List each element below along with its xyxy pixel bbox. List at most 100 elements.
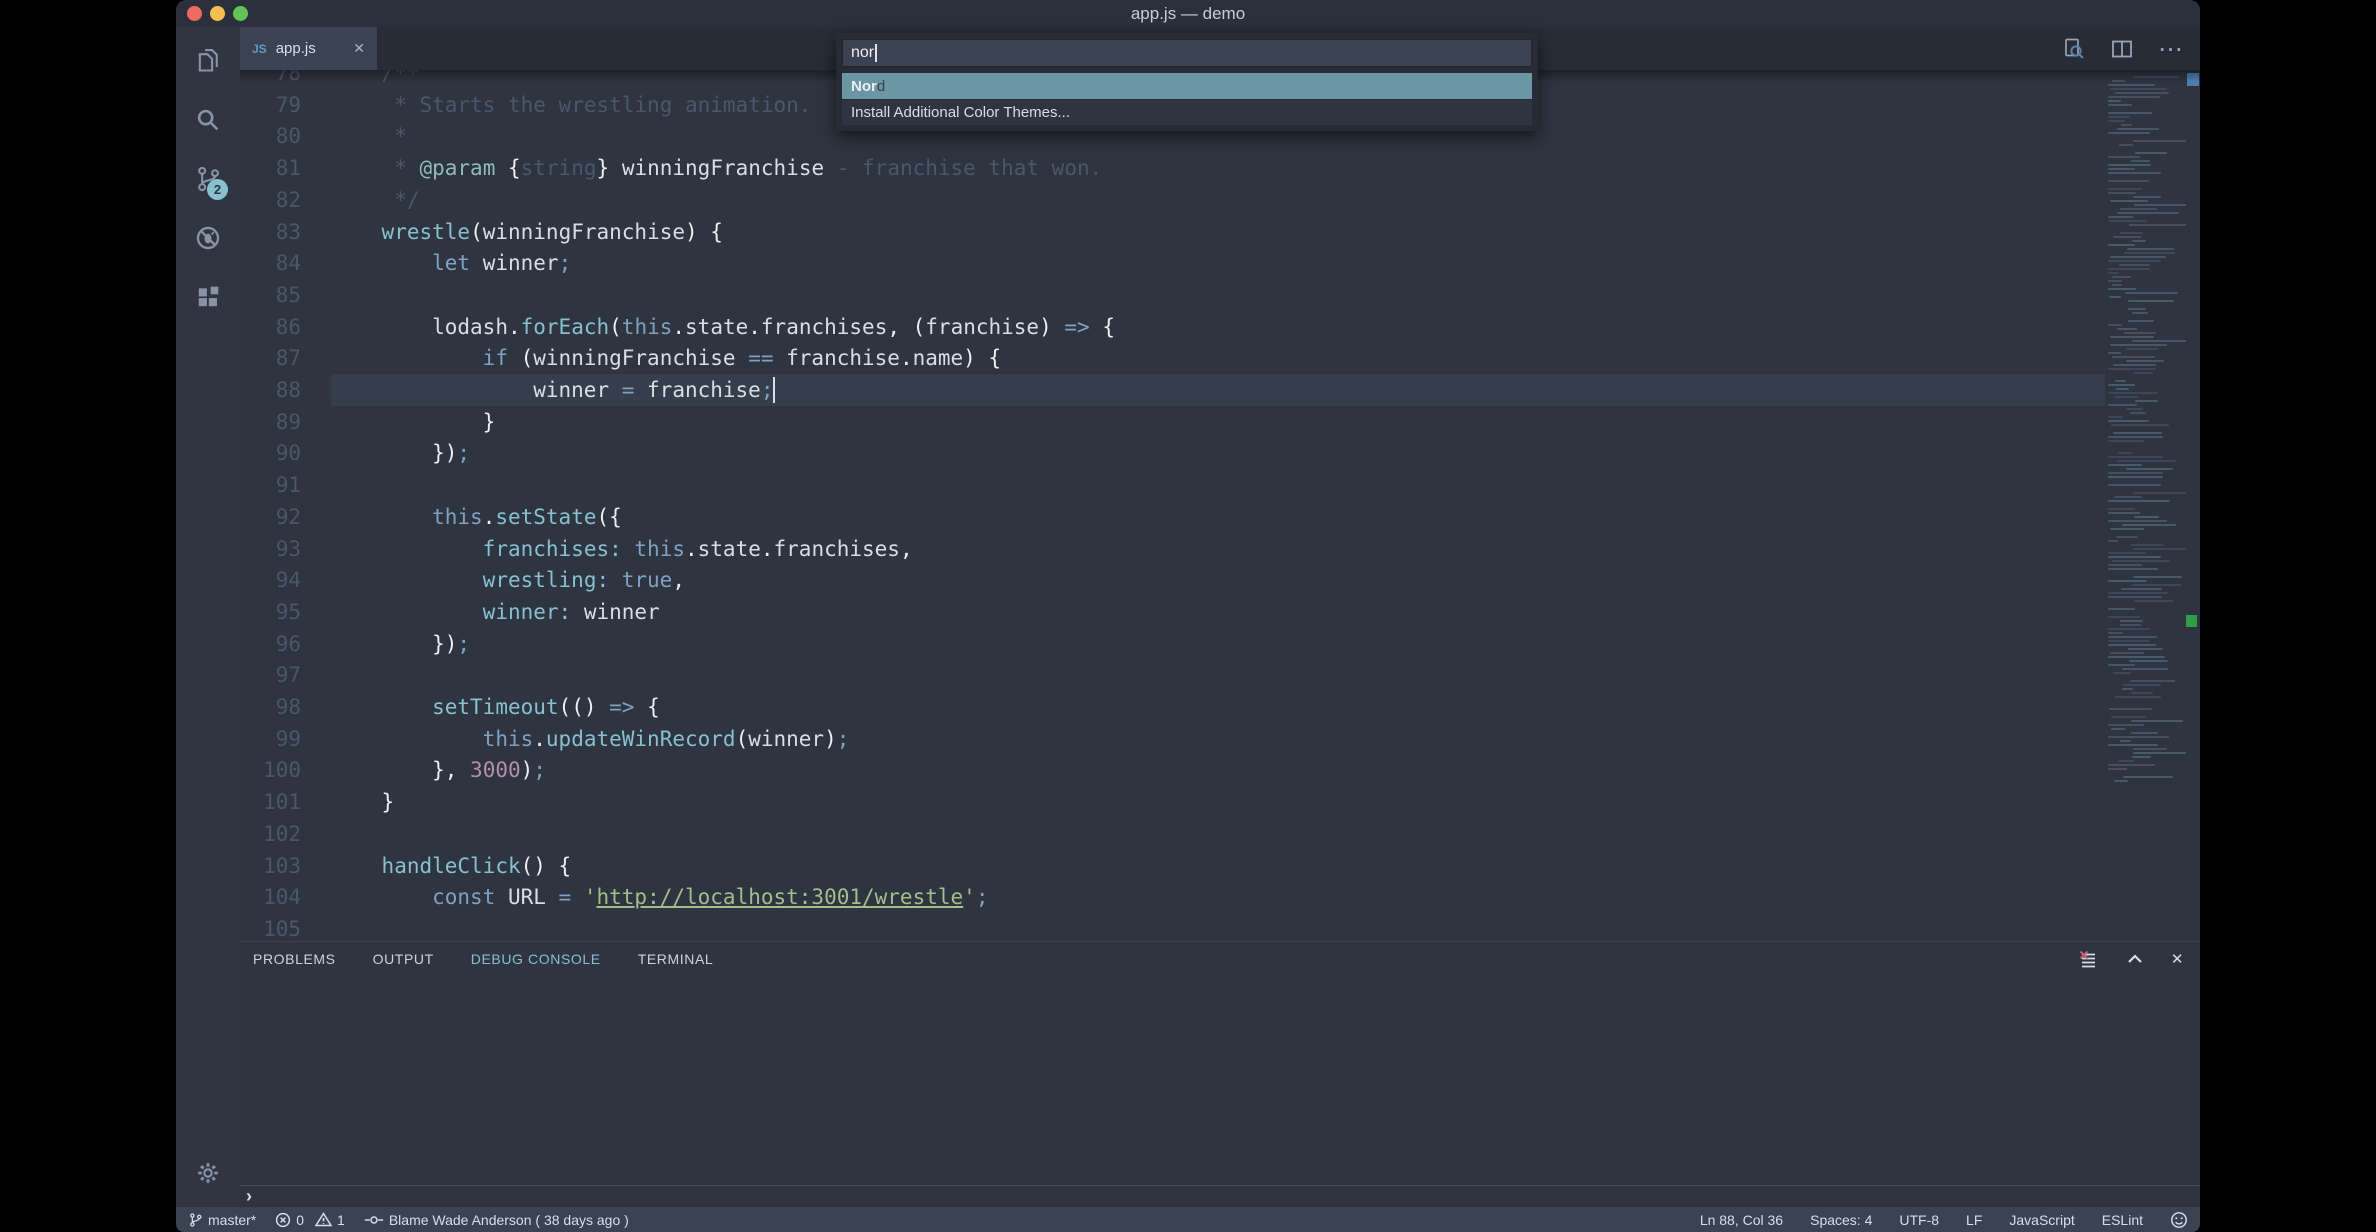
code-line-88[interactable]: 88winner = franchise; [240,374,2200,406]
code-line-86[interactable]: 86lodash.forEach(this.state.franchises, … [240,311,2200,343]
code-line-101[interactable]: 101} [240,786,2200,818]
line-number: 96 [240,628,301,660]
code-text: * @param {string} winningFranchise - fra… [394,152,1102,184]
code-line-92[interactable]: 92this.setState({ [240,501,2200,533]
code-text: const URL = 'http://localhost:3001/wrest… [432,881,988,913]
code-line-91[interactable]: 91 [240,469,2200,501]
tab-appjs[interactable]: JS app.js ✕ [240,27,377,70]
eslint-status[interactable]: ESLint [2102,1212,2143,1228]
line-number: 81 [240,152,301,184]
open-changes-icon[interactable] [2062,37,2086,61]
line-number: 103 [240,850,301,882]
tab-terminal[interactable]: TERMINAL [638,951,714,967]
close-panel-icon[interactable]: ✕ [2171,950,2184,968]
code-line-97[interactable]: 97 [240,659,2200,691]
line-number: 84 [240,247,301,279]
line-number: 94 [240,564,301,596]
panel-actions: ✕ [2078,949,2184,970]
code-line-94[interactable]: 94wrestling: true, [240,564,2200,596]
extensions-icon[interactable] [186,275,230,319]
gitlens-blame-status[interactable]: Blame Wade Anderson ( 38 days ago ) [364,1212,629,1228]
code-text: let winner; [432,247,571,279]
error-icon [275,1212,291,1228]
problems-status[interactable]: 0 1 [275,1212,345,1228]
search-icon[interactable] [186,98,230,142]
code-line-105[interactable]: 105 [240,913,2200,941]
line-number: 102 [240,818,301,850]
code-line-99[interactable]: 99this.updateWinRecord(winner); [240,723,2200,755]
close-window-button[interactable] [187,6,202,21]
editor[interactable]: 78/**79* Starts the wrestling animation.… [240,70,2200,941]
minimize-window-button[interactable] [210,6,225,21]
warning-icon [315,1212,332,1227]
quick-open-item-install-themes[interactable]: Install Additional Color Themes... [842,99,1532,125]
line-number: 101 [240,786,301,818]
encoding-status[interactable]: UTF-8 [1899,1212,1939,1228]
code-text: this.setState({ [432,501,622,533]
eol-status[interactable]: LF [1966,1212,1982,1228]
code-line-85[interactable]: 85 [240,279,2200,311]
more-actions-icon[interactable]: ⋯ [2158,39,2184,59]
code-line-89[interactable]: 89} [240,406,2200,438]
code-text: * Starts the wrestling animation. [394,89,811,121]
code-line-96[interactable]: 96}); [240,628,2200,660]
code-line-104[interactable]: 104const URL = 'http://localhost:3001/wr… [240,881,2200,913]
activity-bar: 2 [176,27,240,1207]
line-number: 80 [240,120,301,152]
language-mode-status[interactable]: JavaScript [2009,1212,2074,1228]
line-number: 98 [240,691,301,723]
minimap[interactable] [2105,70,2186,941]
scm-badge: 2 [207,179,228,200]
code-line-93[interactable]: 93franchises: this.state.franchises, [240,533,2200,565]
commit-icon [364,1213,384,1227]
debug-console-input[interactable]: › [240,1185,2200,1207]
explorer-icon[interactable] [186,38,230,82]
titlebar: app.js — demo [176,0,2200,27]
line-number: 90 [240,437,301,469]
code-text: handleClick() { [382,850,572,882]
code-text: lodash.forEach(this.state.franchises, (f… [432,311,1115,343]
code-line-102[interactable]: 102 [240,818,2200,850]
code-line-87[interactable]: 87if (winningFranchise == franchise.name… [240,342,2200,374]
console-prompt-icon: › [246,1186,252,1207]
code-line-103[interactable]: 103 handleClick() { [240,850,2200,882]
code-line-95[interactable]: 95winner: winner [240,596,2200,628]
close-tab-icon[interactable]: ✕ [353,40,365,57]
tab-debug-console[interactable]: DEBUG CONSOLE [471,951,601,967]
code-line-83[interactable]: 83wrestle(winningFranchise) { [240,216,2200,248]
code-line-82[interactable]: 82*/ [240,184,2200,216]
code-line-84[interactable]: 84 let winner; [240,247,2200,279]
indentation-status[interactable]: Spaces: 4 [1810,1212,1872,1228]
editor-actions: ⋯ [2062,27,2184,70]
code-line-100[interactable]: 100}, 3000); [240,754,2200,786]
blame-label: Blame Wade Anderson ( 38 days ago ) [389,1212,629,1228]
bottom-panel: PROBLEMS OUTPUT DEBUG CONSOLE TERMINAL [240,941,2200,1207]
code-line-81[interactable]: 81 * @param {string} winningFranchise - f… [240,152,2200,184]
overview-change-marker [2186,615,2197,627]
code-line-90[interactable]: 90}); [240,437,2200,469]
cursor-position-status[interactable]: Ln 88, Col 36 [1700,1212,1783,1228]
code-text: * [394,120,407,152]
quick-open-input[interactable]: nor [842,39,1532,67]
quick-open-item-nord[interactable]: Nord [842,73,1532,99]
code-line-98[interactable]: 98setTimeout(() => { [240,691,2200,723]
source-control-icon[interactable]: 2 [186,157,230,201]
feedback-smiley-icon[interactable] [2170,1211,2188,1229]
git-branch-status[interactable]: master* [188,1211,256,1229]
tab-problems[interactable]: PROBLEMS [253,951,336,967]
maximize-panel-icon[interactable] [2125,949,2145,969]
split-editor-icon[interactable] [2110,37,2134,61]
rest-text: d [877,78,885,95]
code-text: wrestle(winningFranchise) { [382,216,723,248]
settings-gear-icon[interactable] [186,1151,230,1195]
debug-icon[interactable] [186,216,230,260]
tab-output[interactable]: OUTPUT [373,951,434,967]
line-number: 89 [240,406,301,438]
line-number: 93 [240,533,301,565]
line-number: 88 [240,374,301,406]
line-number: 95 [240,596,301,628]
javascript-file-icon: JS [252,42,267,56]
zoom-window-button[interactable] [233,6,248,21]
line-number: 100 [240,754,301,786]
clear-console-icon[interactable] [2078,949,2099,970]
